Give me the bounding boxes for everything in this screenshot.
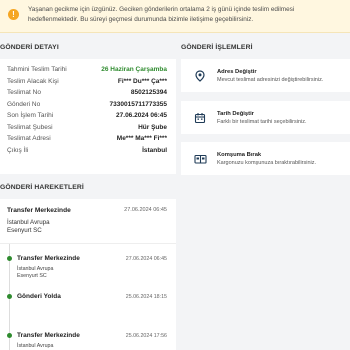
location-pin-icon xyxy=(193,69,207,83)
detail-label: Teslimat No xyxy=(7,89,41,97)
detail-label: Teslimat Şubesi xyxy=(7,123,53,131)
op-desc: Kargonuzu komşunuza bıraktırabilirsiniz. xyxy=(217,159,317,166)
detail-label: Teslim Alacak Kişi xyxy=(7,77,59,85)
change-date-button[interactable]: Tarih Değiştir Farklı bir teslimat tarih… xyxy=(181,101,350,134)
detail-label: Çıkış İli xyxy=(7,146,29,154)
detail-label: Tahmini Teslim Tarihi xyxy=(7,66,67,74)
op-desc: Mevcut teslimat adresinizi değiştirebili… xyxy=(217,76,324,83)
info-icon: ! xyxy=(8,9,19,20)
detail-label: Son İşlem Tarihi xyxy=(7,112,54,120)
op-title: Komşuma Bırak xyxy=(217,151,262,158)
detail-row-branch: Teslimat Şubesi Hür Şube xyxy=(7,122,176,134)
detail-value: Fi*** Du*** Ça*** xyxy=(117,77,167,85)
shipment-history-title: GÖNDERİ HAREKETLERİ xyxy=(0,184,84,191)
history-location: İstanbul Avrupa xyxy=(7,219,50,226)
detail-value: 27.06.2024 06:45 xyxy=(116,112,167,120)
history-location: İstanbul Avrupa xyxy=(17,343,54,349)
detail-row-estimated-date: Tahmini Teslim Tarihi 26 Haziran Çarşamb… xyxy=(7,64,176,76)
op-desc: Farklı bir teslimat tarihi seçebilirsini… xyxy=(217,118,307,125)
neighbor-house-icon xyxy=(193,152,207,166)
op-title: Adres Değiştir xyxy=(217,68,257,75)
alert-text: Yaşanan gecikme için üzgünüz. Geciken gö… xyxy=(28,6,295,23)
delay-alert-banner: ! Yaşanan gecikme için üzgünüz. Geciken … xyxy=(0,0,350,33)
detail-row-origin-city: Çıkış İli İstanbul xyxy=(7,145,176,157)
detail-value: 7330015711773355 xyxy=(109,100,167,108)
detail-row-delivery-no: Teslimat No 8502125394 xyxy=(7,87,176,99)
timeline-dot xyxy=(7,333,12,338)
history-date: 27.06.2024 06:45 xyxy=(125,256,167,262)
shipment-detail-card: Tahmini Teslim Tarihi 26 Haziran Çarşamb… xyxy=(0,59,176,174)
shipment-detail-title: GÖNDERİ DETAYI xyxy=(0,44,59,51)
history-status: Gönderi Yolda xyxy=(17,293,61,300)
history-date: 25.06.2024 18:15 xyxy=(125,294,167,300)
detail-row-shipment-no: Gönderi No 7330015711773355 xyxy=(7,99,176,111)
leave-with-neighbor-button[interactable]: Komşuma Bırak Kargonuzu komşunuza bırakt… xyxy=(181,142,350,175)
change-address-button[interactable]: Adres Değiştir Mevcut teslimat adresiniz… xyxy=(181,59,350,92)
shipment-history-card: Transfer Merkezinde 27.06.2024 06:45 İst… xyxy=(0,199,176,350)
detail-row-address: Teslimat Adresi Me*** Ma*** Fi*** xyxy=(7,133,176,145)
detail-label: Gönderi No xyxy=(7,100,41,108)
history-latest-item: Transfer Merkezinde 27.06.2024 06:45 İst… xyxy=(0,199,176,244)
history-status: Transfer Merkezinde xyxy=(17,255,80,262)
detail-value: 8502125394 xyxy=(130,89,167,97)
history-date: 25.06.2024 17:56 xyxy=(125,333,167,339)
history-branch: Esenyurt SC xyxy=(7,227,42,234)
detail-value: İstanbul xyxy=(142,146,167,154)
detail-label: Teslimat Adresi xyxy=(7,135,51,143)
detail-value: 26 Haziran Çarşamba xyxy=(101,66,167,74)
calendar-icon xyxy=(193,111,207,125)
timeline-dot xyxy=(7,294,12,299)
timeline-dot xyxy=(7,256,12,261)
shipment-operations-title: GÖNDERİ İŞLEMLERİ xyxy=(181,44,253,51)
detail-row-last-operation: Son İşlem Tarihi 27.06.2024 06:45 xyxy=(7,110,176,122)
history-date: 27.06.2024 06:45 xyxy=(124,207,167,213)
detail-row-recipient: Teslim Alacak Kişi Fi*** Du*** Ça*** xyxy=(7,76,176,88)
op-title: Tarih Değiştir xyxy=(217,110,254,117)
detail-value: Me*** Ma*** Fi*** xyxy=(116,135,167,143)
detail-value: Hür Şube xyxy=(138,123,167,131)
history-status: Transfer Merkezinde xyxy=(17,332,80,339)
history-branch: Esenyurt SC xyxy=(17,273,47,279)
history-location: İstanbul Avrupa xyxy=(17,266,54,272)
